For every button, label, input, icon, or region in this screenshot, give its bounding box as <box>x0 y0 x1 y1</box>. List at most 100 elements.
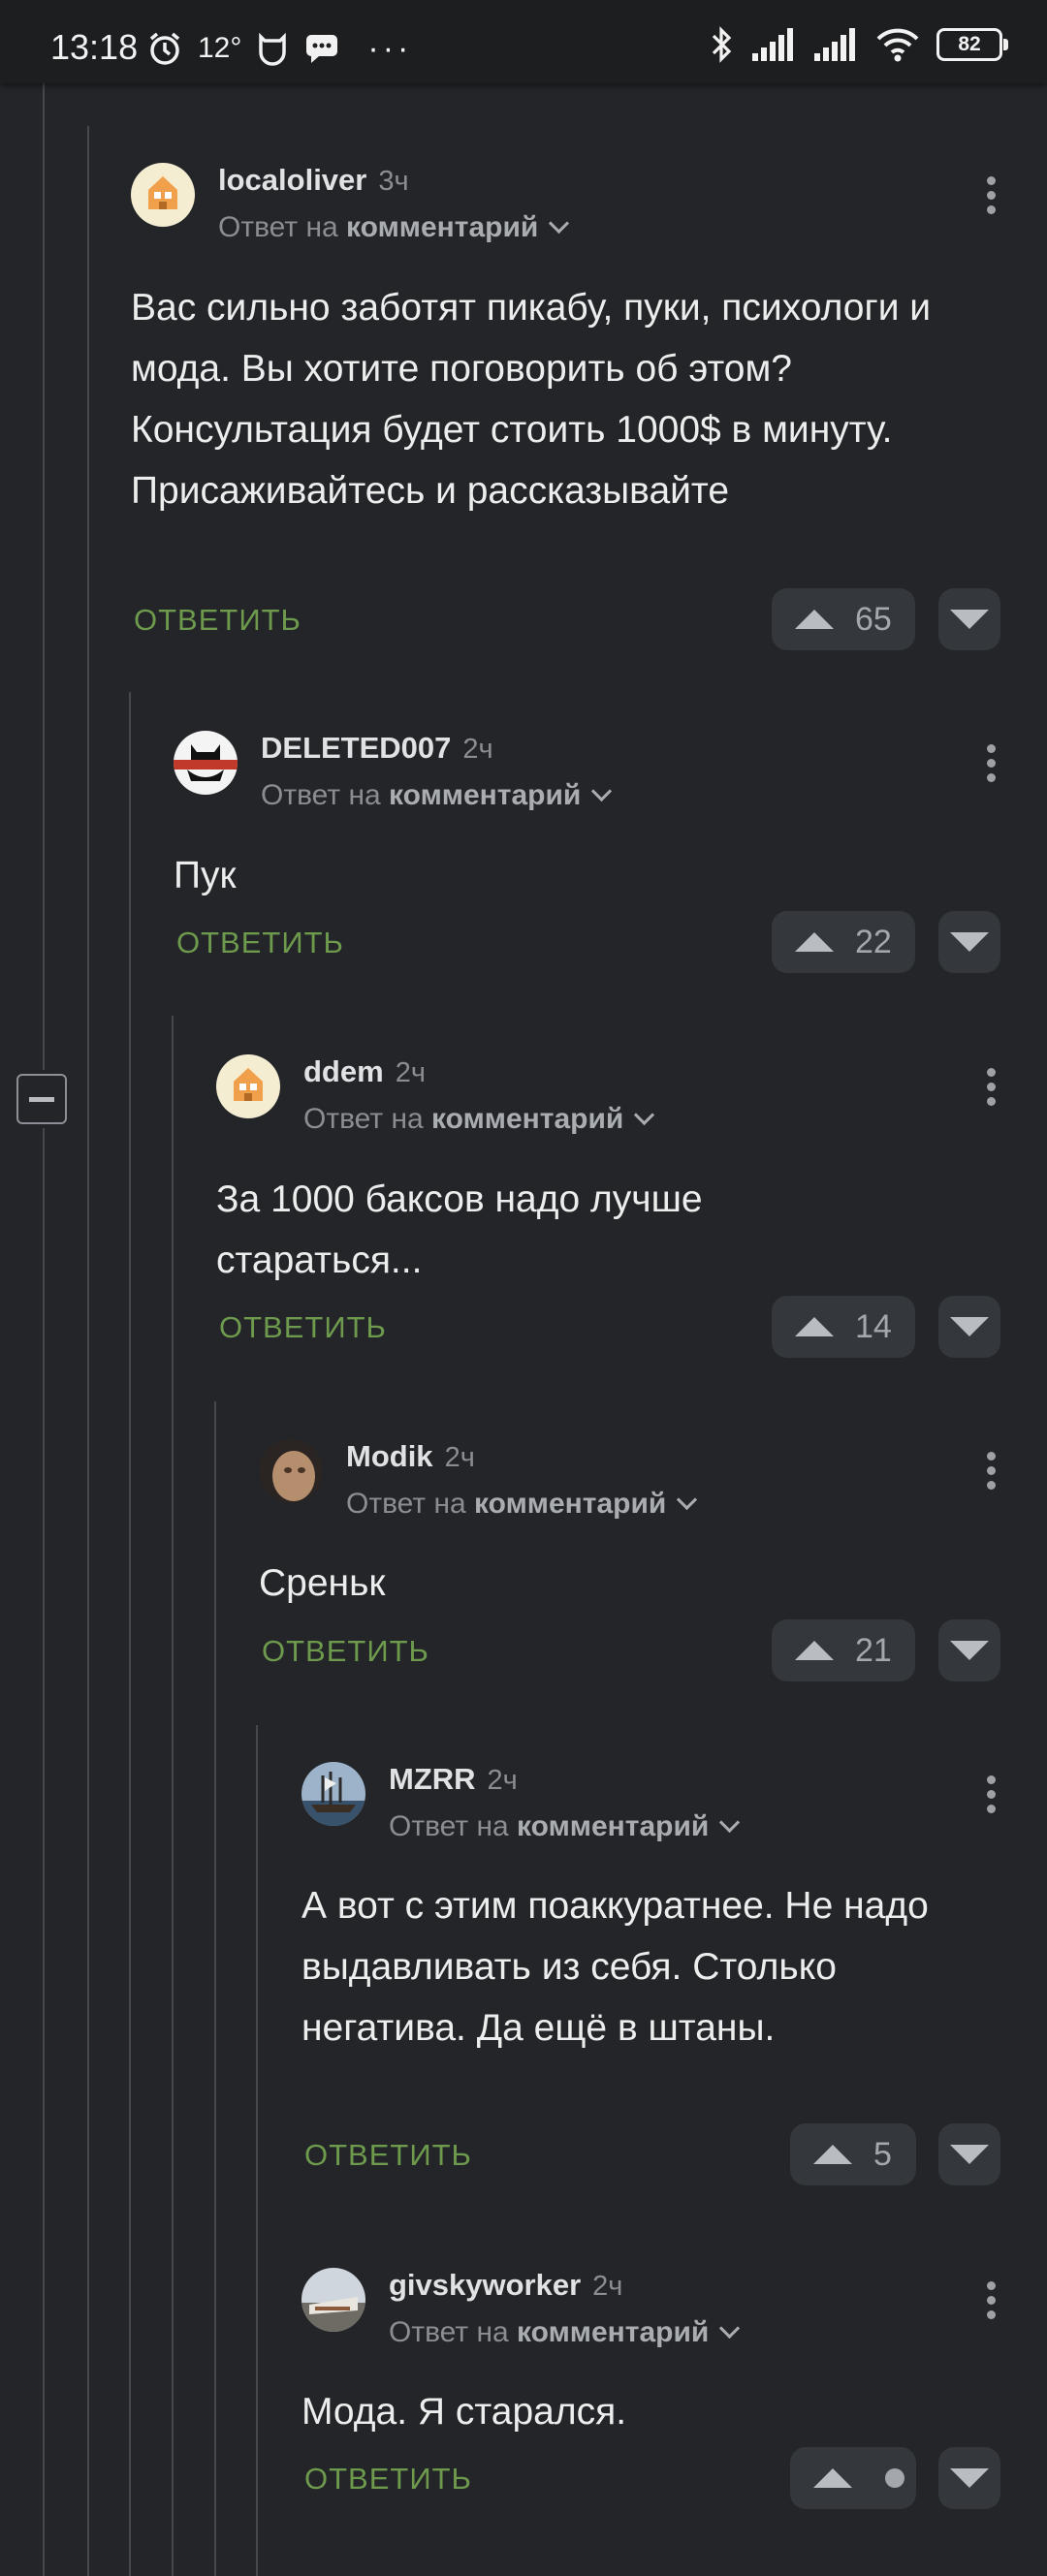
thread-line <box>43 1128 45 2576</box>
reply-to-prefix: Ответ на <box>346 1488 466 1520</box>
signal-icon <box>814 28 855 61</box>
avatar[interactable] <box>131 163 195 227</box>
comment-author[interactable]: Modik <box>346 1439 433 1473</box>
reply-button[interactable]: ОТВЕТИТЬ <box>262 1634 429 1669</box>
more-options-button[interactable] <box>971 173 1010 219</box>
more-options-button[interactable] <box>971 1772 1010 1818</box>
reply-to-target: комментарий <box>431 1103 624 1135</box>
arrow-down-icon <box>950 2468 989 2488</box>
arrow-down-icon <box>950 1641 989 1660</box>
reply-to-prefix: Ответ на <box>218 211 338 243</box>
avatar[interactable] <box>301 2268 365 2332</box>
comment-author[interactable]: ddem <box>303 1054 384 1088</box>
more-options-button[interactable] <box>971 740 1010 787</box>
avatar[interactable] <box>216 1054 280 1118</box>
comment-author[interactable]: localoliver <box>218 163 366 197</box>
clock: 13:18 <box>50 27 139 67</box>
comment-time: 2ч <box>444 1442 475 1473</box>
reply-to-target: комментарий <box>346 211 539 243</box>
reply-to-prefix: Ответ на <box>261 779 381 811</box>
vote-count: 65 <box>855 600 892 638</box>
thread-line <box>43 83 45 1070</box>
arrow-up-icon <box>795 1317 834 1336</box>
comment-author[interactable]: givskyworker <box>389 2268 581 2302</box>
arrow-up-icon <box>813 2145 852 2164</box>
avatar[interactable] <box>174 731 238 795</box>
reply-to-target: комментарий <box>389 779 582 811</box>
thread-line <box>129 692 131 2576</box>
more-options-button[interactable] <box>971 1448 1010 1494</box>
more-options-button[interactable] <box>971 2278 1010 2324</box>
vote-up-button[interactable]: 22 <box>772 911 915 973</box>
comment-author[interactable]: MZRR <box>389 1762 476 1796</box>
arrow-down-icon <box>950 1317 989 1336</box>
reply-to-target: комментарий <box>517 1810 710 1842</box>
comment-text: За 1000 баксов надо лучше стараться... <box>216 1178 703 1281</box>
chevron-down-icon <box>591 780 613 802</box>
reply-button[interactable]: ОТВЕТИТЬ <box>219 1310 387 1345</box>
chevron-down-icon <box>719 1811 741 1834</box>
more-notifications: ··· <box>367 29 413 67</box>
comment-text: Вас сильно заботят пикабу, пуки, психоло… <box>131 287 932 512</box>
thread-line <box>214 1401 216 2576</box>
vote-up-button[interactable]: 65 <box>772 588 915 650</box>
wifi-icon <box>876 28 919 62</box>
reply-button[interactable]: ОТВЕТИТЬ <box>134 603 301 638</box>
vote-up-button[interactable]: 5 <box>790 2123 916 2185</box>
arrow-up-icon <box>795 610 834 629</box>
vote-up-button[interactable] <box>790 2447 916 2509</box>
status-bar: 13:18 12° ··· 82 <box>0 0 1047 83</box>
reply-button[interactable]: ОТВЕТИТЬ <box>304 2462 472 2497</box>
vote-down-button[interactable] <box>938 588 1000 650</box>
reply-to-prefix: Ответ на <box>303 1103 424 1135</box>
chevron-down-icon <box>719 2317 741 2340</box>
vote-down-button[interactable] <box>938 1296 1000 1358</box>
vote-down-button[interactable] <box>938 1619 1000 1681</box>
temperature: 12° <box>198 32 242 64</box>
reply-to-link[interactable]: Ответ на комментарий <box>389 2316 741 2349</box>
chevron-down-icon <box>677 1489 698 1511</box>
collapse-thread-button[interactable] <box>16 1074 67 1124</box>
arrow-down-icon <box>950 610 989 629</box>
thread-line <box>256 1725 258 2576</box>
reply-button[interactable]: ОТВЕТИТЬ <box>176 926 344 960</box>
reply-to-link[interactable]: Ответ на комментарий <box>218 211 570 244</box>
comment-text: Пук <box>174 855 237 896</box>
message-icon <box>306 35 338 63</box>
reply-button[interactable]: ОТВЕТИТЬ <box>304 2138 472 2173</box>
comment-time: 2ч <box>592 2271 623 2302</box>
reply-to-target: комментарий <box>474 1488 667 1520</box>
more-options-button[interactable] <box>971 1064 1010 1111</box>
vote-count: 5 <box>873 2135 892 2173</box>
mi-icon <box>259 32 287 66</box>
reply-to-link[interactable]: Ответ на комментарий <box>389 1810 741 1843</box>
comment-text: А вот с этим поаккуратнее. Не надо выдав… <box>301 1885 929 2049</box>
vote-up-button[interactable]: 21 <box>772 1619 915 1681</box>
comment-time: 2ч <box>487 1765 518 1796</box>
reply-to-link[interactable]: Ответ на комментарий <box>346 1488 698 1521</box>
reply-to-link[interactable]: Ответ на комментарий <box>303 1103 655 1136</box>
signal-icon <box>752 28 793 61</box>
chevron-down-icon <box>634 1104 655 1126</box>
vote-count-hidden <box>885 2468 904 2488</box>
comment-text: Мода. Я старался. <box>301 2391 627 2433</box>
reply-to-link[interactable]: Ответ на комментарий <box>261 779 613 812</box>
reply-to-target: комментарий <box>517 2316 710 2348</box>
comment-time: 3ч <box>378 166 409 197</box>
vote-count: 21 <box>855 1631 892 1669</box>
vote-down-button[interactable] <box>938 2447 1000 2509</box>
bluetooth-icon <box>712 26 732 63</box>
vote-count: 22 <box>855 923 892 960</box>
comment-author[interactable]: DELETED007 <box>261 731 451 765</box>
reply-to-prefix: Ответ на <box>389 2316 509 2348</box>
chevron-down-icon <box>549 212 570 235</box>
avatar[interactable] <box>301 1762 365 1826</box>
vote-up-button[interactable]: 14 <box>772 1296 915 1358</box>
avatar[interactable] <box>259 1439 323 1503</box>
arrow-down-icon <box>950 2145 989 2164</box>
vote-down-button[interactable] <box>938 911 1000 973</box>
comment-time: 2ч <box>395 1057 426 1088</box>
battery-level: 82 <box>958 33 981 55</box>
vote-down-button[interactable] <box>938 2123 1000 2185</box>
comment-time: 2ч <box>462 734 493 765</box>
